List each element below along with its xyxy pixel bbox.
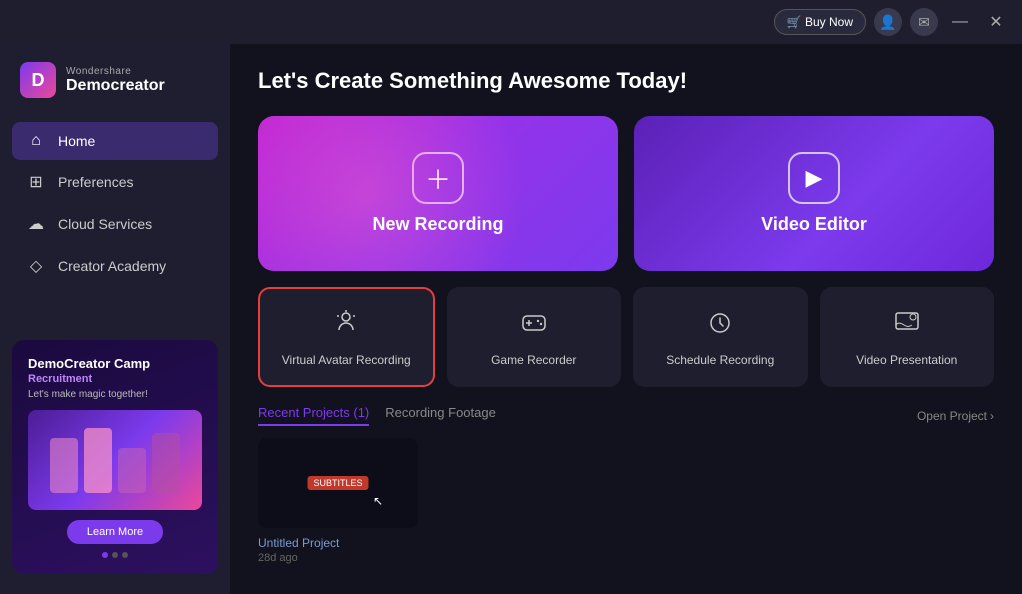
project-thumbnail: SUBTITLES ↖ [258,438,418,528]
sidebar-item-home-label: Home [58,133,95,149]
logo-brand: Wondershare [66,66,165,77]
logo-text: Wondershare Democreator [66,66,165,95]
banner-dots [28,552,202,558]
virtual-avatar-card[interactable]: Virtual Avatar Recording [258,287,435,387]
thumbnail-inner: SUBTITLES ↖ [258,438,418,528]
sidebar-item-creator-academy[interactable]: ◇ Creator Academy [12,246,218,286]
sidebar-item-cloud-services-label: Cloud Services [58,216,152,232]
banner-tagline: Let's make magic together! [28,389,202,400]
feature-cards: Virtual Avatar Recording Game Recorder [258,287,994,387]
logo-area: D Wondershare Democreator [0,44,230,118]
recent-section: Recent Projects (1) Recording Footage Op… [258,405,994,574]
new-recording-icon: ＋ [412,152,464,204]
main-content: Let's Create Something Awesome Today! ＋ … [230,44,1022,594]
title-bar: 🛒 Buy Now 👤 ✉ — ✕ [0,0,1022,44]
banner-image [28,410,202,510]
sidebar-banner: DemoCreator Camp Recruitment Let's make … [12,340,218,574]
creator-academy-icon: ◇ [26,256,46,276]
project-card[interactable]: SUBTITLES ↖ Untitled Project 28d ago [258,438,418,564]
video-presentation-icon [893,308,921,343]
logo-name: Democreator [66,77,165,95]
nav-items: ⌂ Home ⊞ Preferences ☁ Cloud Services ◇ … [0,118,230,330]
game-recorder-label: Game Recorder [491,353,576,367]
tab-recording-footage[interactable]: Recording Footage [385,405,496,426]
virtual-avatar-label: Virtual Avatar Recording [282,353,411,367]
sidebar-item-preferences-label: Preferences [58,174,133,190]
video-presentation-card[interactable]: Video Presentation [820,287,995,387]
banner-learn-more-button[interactable]: Learn More [67,520,163,544]
banner-dot-1 [102,552,108,558]
video-editor-label: Video Editor [761,214,867,235]
game-recorder-card[interactable]: Game Recorder [447,287,622,387]
tab-recent-projects[interactable]: Recent Projects (1) [258,405,369,426]
sidebar-item-home[interactable]: ⌂ Home [12,122,218,160]
banner-title: DemoCreator Camp [28,356,202,371]
banner-dot-2 [112,552,118,558]
app-logo: D [20,62,56,98]
sidebar-item-preferences[interactable]: ⊞ Preferences [12,162,218,202]
mail-icon[interactable]: ✉ [910,8,938,36]
cursor-icon: ↖ [373,494,383,508]
virtual-avatar-icon [332,308,360,343]
thumbnail-label: SUBTITLES [307,476,368,490]
open-project-link[interactable]: Open Project › [917,409,994,423]
new-recording-card[interactable]: ＋ New Recording [258,116,618,271]
top-cards: ＋ New Recording ▶ Video Editor [258,116,994,271]
close-button[interactable]: ✕ [982,8,1010,36]
video-editor-card[interactable]: ▶ Video Editor [634,116,994,271]
sidebar-item-creator-academy-label: Creator Academy [58,258,166,274]
schedule-recording-icon [706,308,734,343]
user-avatar-icon[interactable]: 👤 [874,8,902,36]
page-title: Let's Create Something Awesome Today! [258,68,994,94]
minimize-button[interactable]: — [946,8,974,36]
project-age: 28d ago [258,552,418,564]
video-presentation-label: Video Presentation [856,353,957,367]
banner-dot-3 [122,552,128,558]
schedule-recording-label: Schedule Recording [666,353,774,367]
sidebar-item-cloud-services[interactable]: ☁ Cloud Services [12,204,218,244]
chevron-right-icon: › [990,409,994,423]
game-recorder-icon [520,308,548,343]
home-icon: ⌂ [26,132,46,150]
banner-subtitle: Recruitment [28,373,202,385]
schedule-recording-card[interactable]: Schedule Recording [633,287,808,387]
buy-now-button[interactable]: 🛒 Buy Now [774,9,866,35]
tabs: Recent Projects (1) Recording Footage [258,405,496,426]
preferences-icon: ⊞ [26,172,46,192]
app-body: D Wondershare Democreator ⌂ Home ⊞ Prefe… [0,44,1022,594]
cloud-icon: ☁ [26,214,46,234]
projects-grid: SUBTITLES ↖ Untitled Project 28d ago [258,438,994,564]
video-editor-icon: ▶ [788,152,840,204]
sidebar: D Wondershare Democreator ⌂ Home ⊞ Prefe… [0,44,230,594]
recent-header: Recent Projects (1) Recording Footage Op… [258,405,994,426]
new-recording-label: New Recording [372,214,503,235]
project-name: Untitled Project [258,536,418,550]
